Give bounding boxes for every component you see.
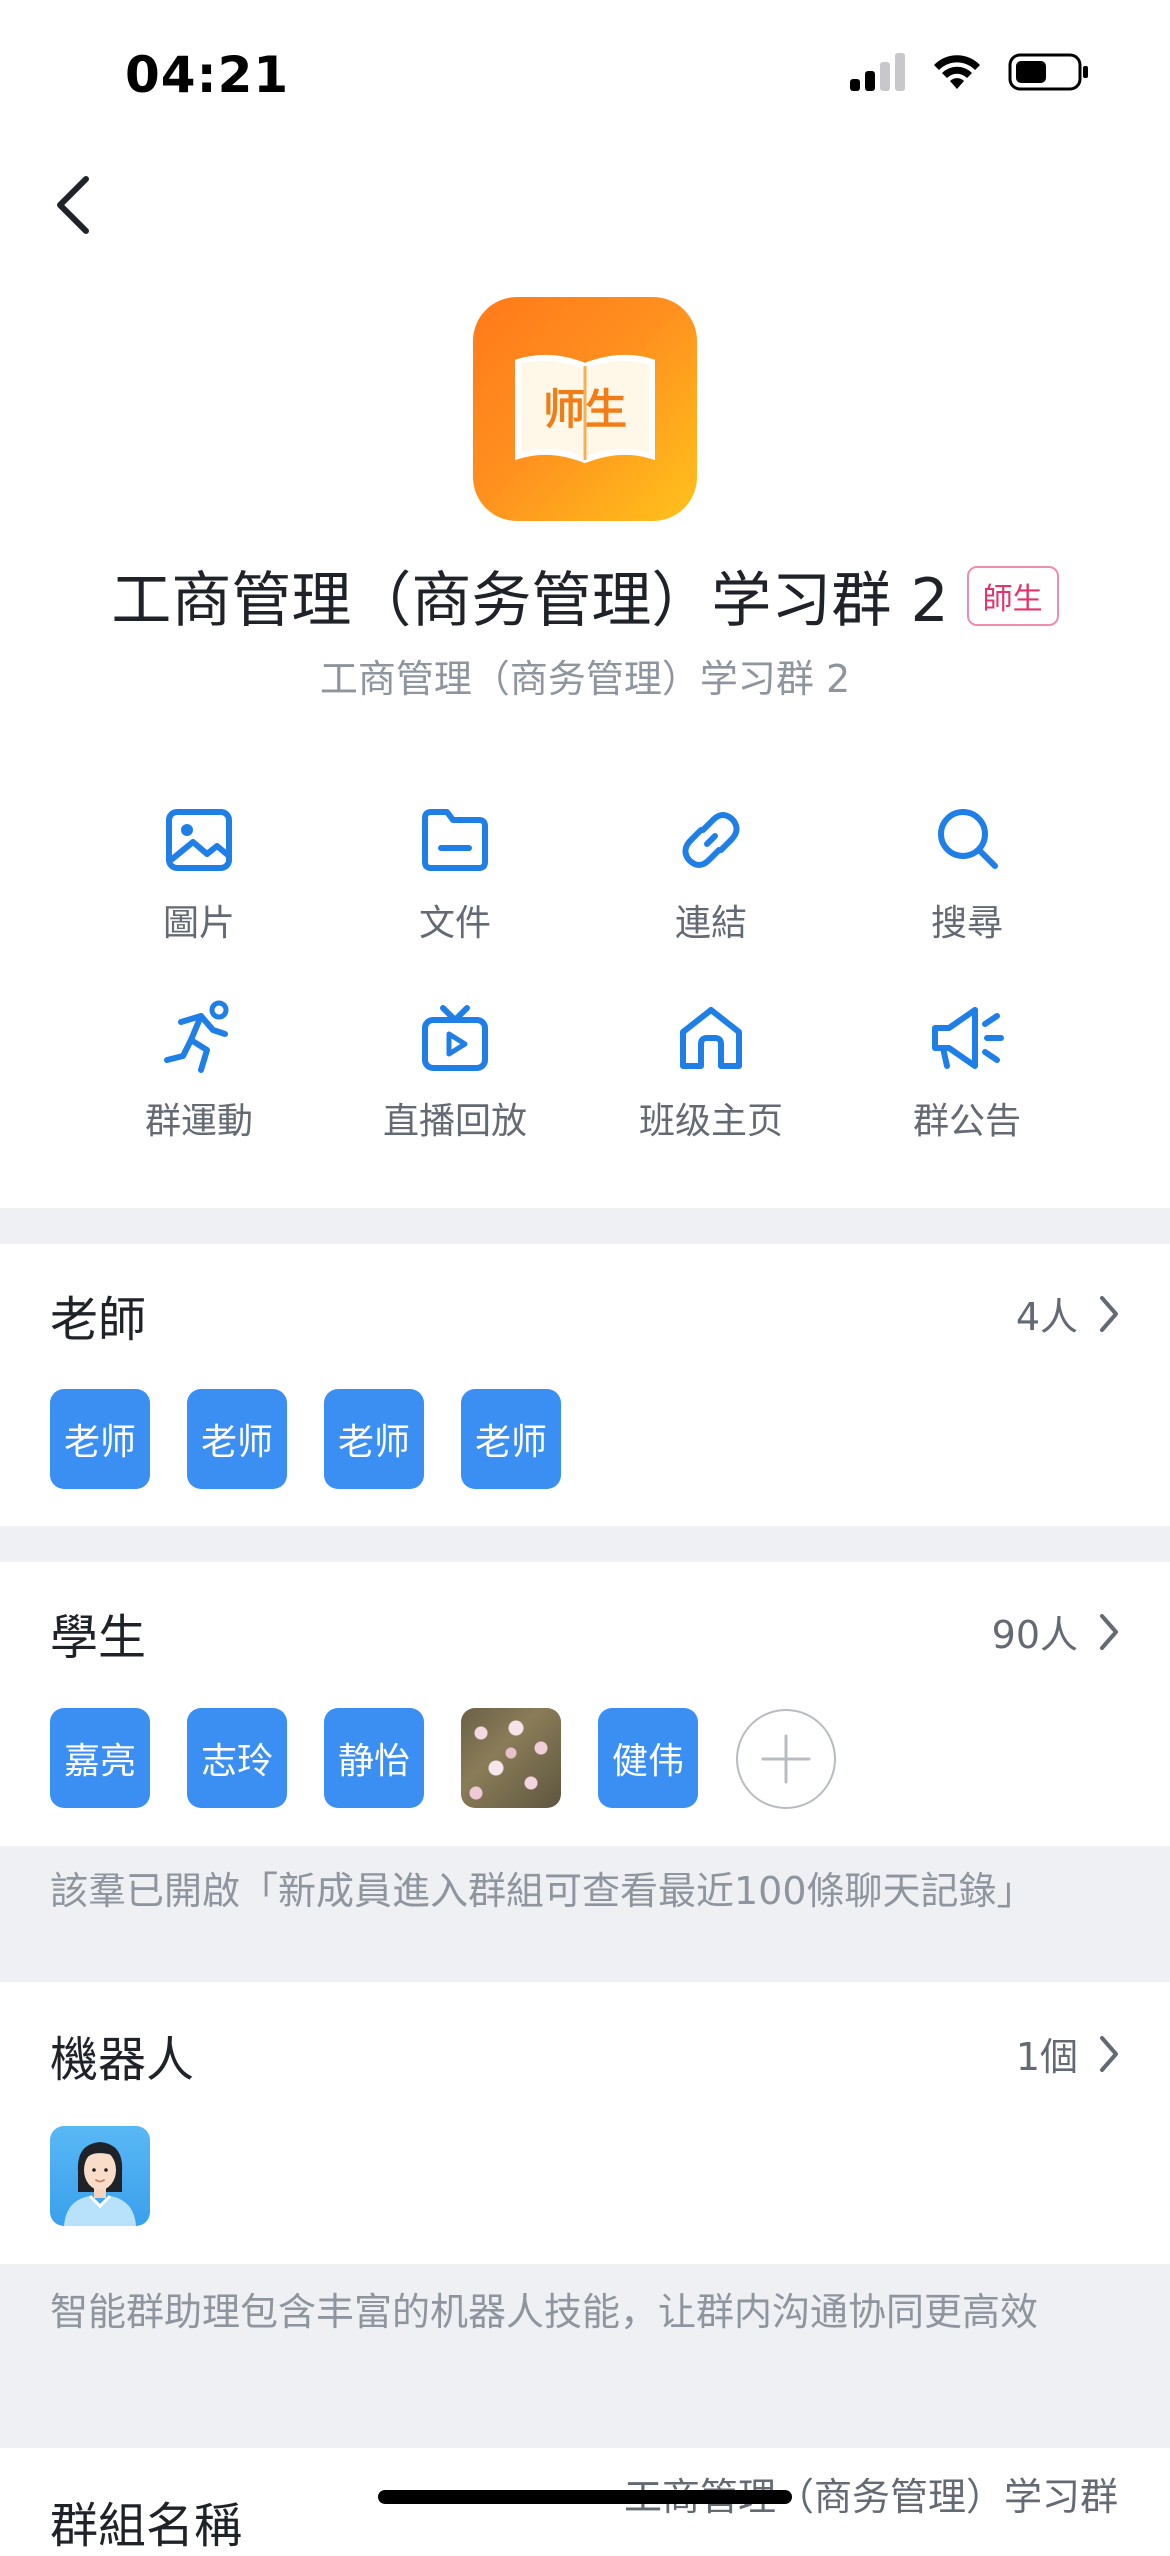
teachers-title: 老師: [50, 1292, 147, 1348]
action-search[interactable]: 搜尋: [839, 800, 1095, 946]
role-badge: 師生: [966, 565, 1059, 626]
running-icon: [164, 1000, 229, 1073]
teachers-count-link[interactable]: 4人: [1016, 1286, 1120, 1341]
student-photo-avatar[interactable]: [461, 1708, 561, 1808]
book-icon: 师生: [515, 354, 655, 464]
action-label: 連結: [674, 903, 747, 944]
chevron-left-icon: [57, 176, 89, 234]
action-label: 群運動: [144, 1101, 253, 1142]
tv-play-icon: [422, 1005, 488, 1071]
section-divider: [0, 1208, 1170, 1244]
robots-count: 1個: [1015, 2035, 1078, 2079]
history-notice: 該羣已開啟「新成員進入群組可查看最近100條聊天記錄」: [0, 1846, 1170, 1982]
robot-notice-text: 智能群助理包含丰富的机器人技能，让群内沟通协同更高效: [50, 2290, 1039, 2334]
title-row: 工商管理（商务管理）学习群 2 師生: [0, 552, 1170, 639]
home-icon: [680, 1007, 742, 1069]
teacher-avatar[interactable]: 老师: [187, 1389, 287, 1489]
teacher-avatar[interactable]: 老师: [461, 1389, 561, 1489]
folder-icon: [422, 809, 488, 871]
chevron-right-icon: [1100, 1613, 1118, 1650]
history-notice-text: 該羣已開啟「新成員進入群組可查看最近100條聊天記錄」: [50, 1869, 1035, 1913]
group-name-label: 群組名稱: [50, 2498, 243, 2554]
action-label: 群公告: [912, 1101, 1021, 1142]
home-indicator: [378, 2490, 792, 2504]
robots-count-link[interactable]: 1個: [1016, 2026, 1120, 2081]
action-announcement[interactable]: 群公告: [839, 998, 1095, 1144]
section-divider: [0, 1526, 1170, 1562]
action-links[interactable]: 連結: [583, 800, 839, 946]
action-live-replay[interactable]: 直播回放: [327, 998, 583, 1144]
wifi-icon: [934, 55, 980, 89]
group-avatar-text: 师生: [543, 385, 627, 434]
teacher-avatar[interactable]: 老师: [324, 1389, 424, 1489]
action-group-sports[interactable]: 群運動: [71, 998, 327, 1144]
action-label: 直播回放: [382, 1101, 527, 1142]
group-title: 工商管理（商务管理）学习群 2: [111, 566, 949, 636]
student-avatar[interactable]: 健伟: [598, 1708, 698, 1808]
robots-title: 機器人: [50, 2032, 195, 2088]
group-avatar: 师生: [473, 297, 697, 521]
teacher-avatar[interactable]: 老师: [50, 1389, 150, 1489]
robot-notice: 智能群助理包含丰富的机器人技能，让群内沟通协同更高效: [0, 2264, 1170, 2448]
back-button[interactable]: [44, 170, 104, 240]
student-avatar[interactable]: 志玲: [187, 1708, 287, 1808]
students-title: 學生: [50, 1610, 147, 1666]
action-class-home[interactable]: 班级主页: [583, 998, 839, 1144]
action-label: 文件: [418, 903, 491, 944]
link-icon: [682, 812, 740, 868]
students-count: 90人: [991, 1613, 1078, 1657]
status-time: 04:21: [125, 46, 290, 104]
students-count-link[interactable]: 90人: [992, 1604, 1120, 1659]
assistant-avatar-icon: [64, 2142, 136, 2226]
action-label: 搜尋: [930, 903, 1003, 944]
student-avatar[interactable]: 静怡: [324, 1708, 424, 1808]
battery-icon: [1008, 53, 1088, 91]
action-label: 班级主页: [638, 1101, 783, 1142]
search-icon: [938, 809, 998, 869]
quick-actions-grid: 圖片 文件 連結 搜尋 群運動 直播回放 班级主页 群公告: [0, 800, 1170, 1142]
robot-avatar[interactable]: [50, 2126, 150, 2226]
signal-icon: [850, 53, 905, 91]
image-icon: [166, 809, 232, 871]
megaphone-icon: [932, 1007, 1004, 1069]
chevron-right-icon: [1100, 1295, 1118, 1332]
chevron-right-icon: [1100, 2035, 1118, 2072]
add-member-button[interactable]: [736, 1709, 836, 1809]
group-subtitle: 工商管理（商务管理）学习群 2: [319, 657, 851, 701]
action-images[interactable]: 圖片: [71, 800, 327, 946]
action-files[interactable]: 文件: [327, 800, 583, 946]
status-icons: [850, 52, 1090, 92]
teachers-count: 4人: [1015, 1295, 1078, 1339]
plus-icon: [761, 1734, 811, 1784]
action-label: 圖片: [162, 903, 235, 944]
student-avatar[interactable]: 嘉亮: [50, 1708, 150, 1808]
